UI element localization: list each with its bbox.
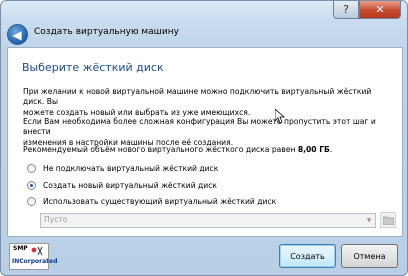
folder-icon [382,216,394,225]
wizard-header: ◀ Создать виртуальную машину [7,21,401,45]
create-button[interactable]: Создать [279,244,336,268]
logo-line-1: SMP [13,245,28,252]
window-controls: ? ✕ [333,1,401,19]
window-title: Создать виртуальную машину [34,27,179,37]
logo-line-2: INCorporated [12,258,58,265]
option-no-disk-label: Не подключать виртуальный жёсткий диск [43,164,219,173]
logo-mark-icon [31,246,43,256]
company-logo: SMP INCorporated [9,243,57,270]
option-no-disk[interactable]: Не подключать виртуальный жёсткий диск [27,164,218,173]
intro-paragraph: При желании к новой виртуальной машине м… [23,87,393,118]
wizard-window: ? ✕ ◀ Создать виртуальную машину Выберит… [0,0,408,276]
page-title: Выберите жёсткий диск [22,61,164,74]
chevron-down-icon: ▼ [366,217,372,224]
advanced-line-1: Если Вам необходима более сложная конфиг… [23,117,376,137]
recommend-suffix: . [329,145,333,154]
option-create-disk-label: Создать новый виртуальный жёсткий диск [43,181,218,190]
cancel-button[interactable]: Отмена [341,244,398,268]
option-existing-disk[interactable]: Использовать существующий виртуальный жё… [27,197,276,206]
recommend-prefix: Рекомендуемый объём нового виртуального … [23,145,298,154]
wizard-content: Выберите жёсткий диск При желании к ново… [7,47,403,237]
mouse-cursor-icon [275,109,285,124]
help-button[interactable]: ? [333,1,359,19]
back-arrow-icon: ◀ [12,27,22,42]
recommendation-text: Рекомендуемый объём нового виртуального … [23,145,393,155]
back-button[interactable]: ◀ [7,24,28,45]
option-create-disk[interactable]: Создать новый виртуальный жёсткий диск [27,181,217,190]
existing-disk-select[interactable]: Пусто ▼ [40,213,376,228]
advanced-paragraph: Если Вам необходима более сложная конфиг… [23,117,393,148]
radio-create-disk[interactable] [27,181,36,190]
choose-disk-file-button[interactable] [380,212,396,228]
radio-no-disk[interactable] [27,164,36,173]
recommend-size: 8,00 ГБ [297,145,330,154]
close-button[interactable]: ✕ [359,1,401,19]
option-existing-disk-label: Использовать существующий виртуальный жё… [43,197,277,206]
radio-existing-disk[interactable] [27,197,36,206]
intro-line-1: При желании к новой виртуальной машине м… [23,87,372,107]
existing-disk-select-value: Пусто [44,215,68,224]
